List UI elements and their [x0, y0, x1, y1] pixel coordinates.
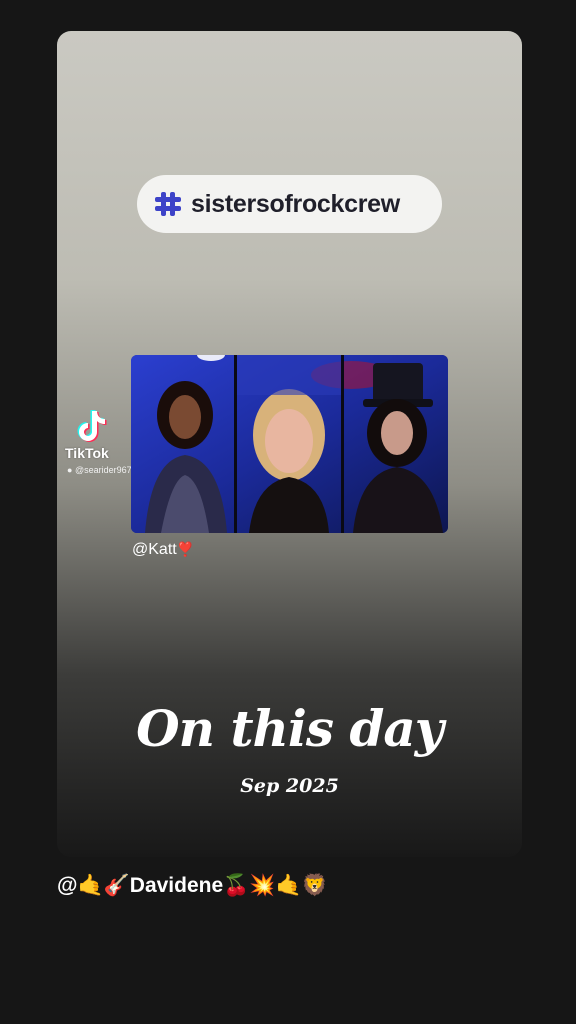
heart-icon: ❣️ — [176, 541, 195, 557]
memory-date: Sep 2025 — [240, 775, 339, 797]
story-caption[interactable]: @🤙🎸Davidene🍒💥🤙🦁 — [57, 874, 328, 898]
hashtag-icon — [155, 192, 181, 216]
tiktok-logo-icon — [77, 410, 107, 442]
hashtag-label: sistersofrockcrew — [191, 189, 400, 218]
video-thumbnail[interactable] — [131, 355, 448, 533]
katt-mention[interactable]: @Katt❣️ — [132, 541, 194, 559]
video-still-image — [131, 355, 448, 533]
tiktok-brand-label: TikTok — [65, 445, 109, 461]
on-this-day-title: On this day — [136, 699, 444, 758]
story-card: sistersofrockcrew TikTok ● @searider9679… — [57, 31, 522, 857]
user-icon: ● — [67, 465, 73, 475]
hashtag-sticker[interactable]: sistersofrockcrew — [137, 175, 442, 233]
